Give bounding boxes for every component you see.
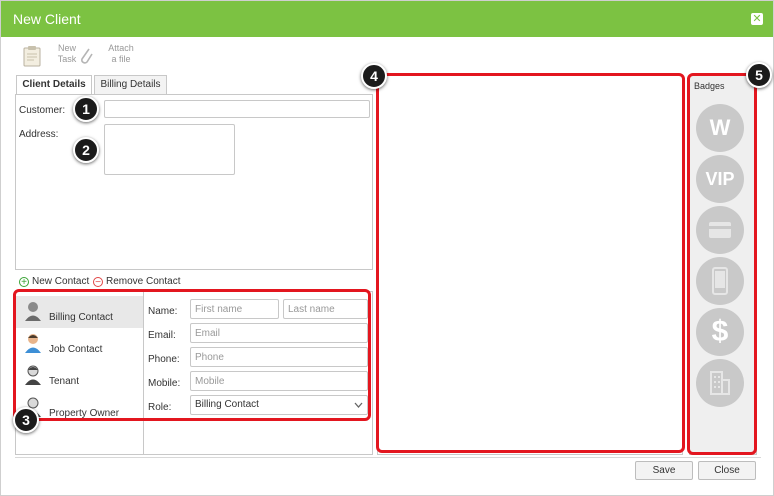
new-contact-label: New Contact bbox=[32, 276, 90, 287]
close-button[interactable]: Close bbox=[698, 461, 756, 480]
address-label: Address: bbox=[19, 129, 59, 140]
new-task-label-line2: Task bbox=[57, 54, 77, 64]
callout-4: 4 bbox=[361, 63, 387, 89]
clipboard-icon bbox=[23, 46, 41, 67]
footer-divider bbox=[15, 457, 761, 458]
new-client-dialog: New Client ✕ New Task Attach a file Clie… bbox=[0, 0, 774, 496]
highlight-notes bbox=[376, 73, 685, 453]
callout-3: 3 bbox=[13, 407, 39, 433]
highlight-badges bbox=[687, 73, 757, 455]
attach-file-label-line2: a file bbox=[111, 54, 131, 64]
paperclip-icon bbox=[81, 48, 93, 64]
highlight-contacts bbox=[13, 289, 371, 421]
remove-contact-button[interactable]: − Remove Contact bbox=[93, 276, 180, 288]
callout-2: 2 bbox=[73, 137, 99, 163]
callout-5: 5 bbox=[746, 62, 772, 88]
customer-input[interactable] bbox=[104, 100, 370, 118]
client-details-panel: Customer: Address: bbox=[15, 94, 373, 270]
tab-billing-details[interactable]: Billing Details bbox=[94, 75, 167, 95]
dialog-title: New Client bbox=[13, 11, 81, 27]
address-input[interactable] bbox=[104, 124, 235, 175]
new-contact-button[interactable]: + New Contact bbox=[19, 276, 89, 288]
minus-circle-icon: − bbox=[93, 277, 103, 288]
close-icon[interactable]: ✕ bbox=[751, 13, 763, 25]
save-button[interactable]: Save bbox=[635, 461, 693, 480]
attach-file-button[interactable]: Attach a file bbox=[77, 43, 143, 71]
callout-1: 1 bbox=[73, 96, 99, 122]
remove-contact-label: Remove Contact bbox=[106, 276, 181, 287]
new-task-label-line1: New bbox=[57, 43, 76, 53]
dialog-titlebar: New Client ✕ bbox=[1, 1, 773, 37]
attach-file-label-line1: Attach bbox=[108, 43, 134, 53]
tab-client-details[interactable]: Client Details bbox=[16, 75, 92, 96]
customer-label: Customer: bbox=[19, 105, 66, 116]
plus-circle-icon: + bbox=[19, 277, 29, 288]
